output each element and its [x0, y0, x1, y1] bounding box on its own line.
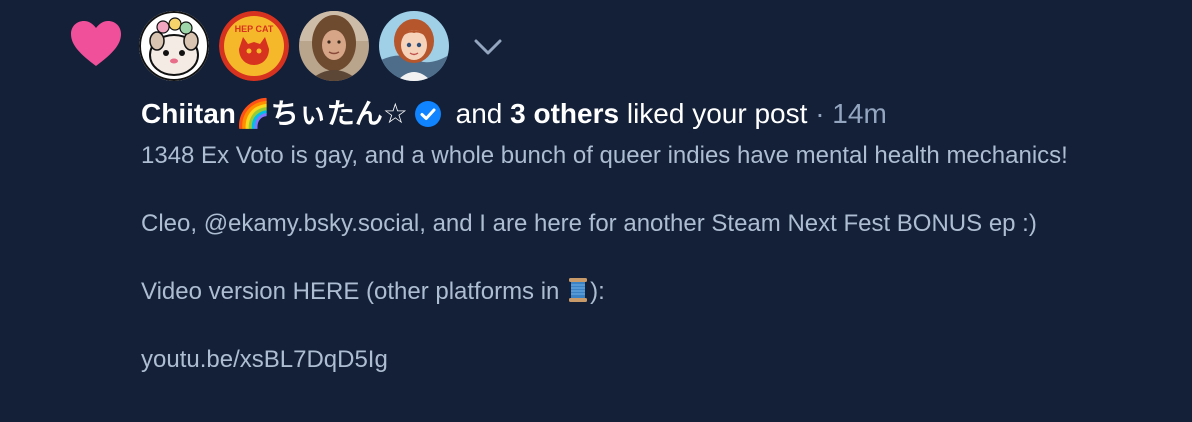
avatar[interactable]: HEP CAT	[219, 11, 289, 81]
separator: ·	[815, 98, 825, 129]
avatar[interactable]	[299, 11, 369, 81]
avatar[interactable]	[379, 11, 449, 81]
post-line: Cleo, @ekamy.bsky.social, and I are here…	[141, 210, 1037, 237]
connector-text: and	[455, 98, 503, 129]
post-link[interactable]: youtu.be/xsBL7DqD5Ig	[141, 344, 1181, 376]
post-line: Video version HERE (other platforms in )…	[141, 276, 1181, 308]
others-count[interactable]: 3 others	[510, 98, 619, 129]
actor-name[interactable]: Chiitan🌈ちぃたん☆	[141, 98, 408, 129]
notification-headline: Chiitan🌈ちぃたん☆ and 3 others liked your po…	[141, 96, 887, 132]
post-preview[interactable]: 1348 Ex Voto is gay, and a whole bunch o…	[141, 140, 1181, 376]
badge-text: HEP CAT	[235, 24, 274, 34]
spool-of-thread-icon	[569, 278, 588, 302]
post-line-text: ):	[590, 278, 605, 305]
action-text: liked your post	[626, 98, 808, 129]
chevron-down-icon[interactable]	[471, 29, 505, 63]
verified-check-icon	[414, 101, 441, 127]
heart-icon	[71, 21, 121, 66]
avatar[interactable]	[139, 11, 209, 81]
post-line-text: Video version HERE (other platforms in	[141, 278, 567, 305]
post-line: 1348 Ex Voto is gay, and a whole bunch o…	[141, 142, 1068, 169]
timestamp: 14m	[832, 98, 887, 129]
like-notification[interactable]: HEP CAT Chiitan🌈ちぃたん☆ and 3 others liked…	[0, 0, 1192, 422]
liker-avatars: HEP CAT	[139, 10, 505, 82]
